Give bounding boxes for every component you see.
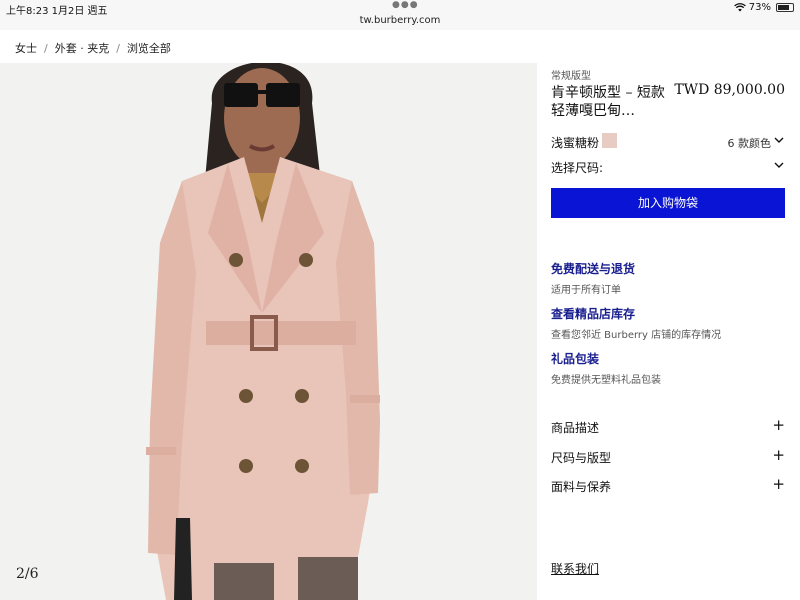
accordion-fabric-care[interactable]: 面料与保养 + — [551, 475, 785, 494]
breadcrumb: 女士 / 外套 · 夹克 / 浏览全部 — [15, 40, 171, 56]
address-bar[interactable]: tw.burberry.com — [0, 15, 800, 26]
status-indicators: 73% — [733, 2, 794, 13]
wifi-icon — [733, 3, 746, 12]
service-title[interactable]: 免费配送与退货 — [551, 260, 785, 277]
color-count: 6 款颜色 — [727, 137, 772, 150]
fit-label: 常规版型 — [551, 71, 591, 82]
chevron-down-icon — [774, 162, 784, 168]
breadcrumb-separator: / — [116, 41, 120, 55]
color-name: 浅蜜糖粉 — [551, 136, 600, 150]
accordion-label: 尺码与版型 — [551, 451, 612, 465]
multitask-dots-icon[interactable]: ●●● — [392, 0, 419, 10]
chevron-down-icon — [774, 137, 784, 143]
battery-percent: 73% — [748, 2, 771, 13]
breadcrumb-item-outerwear[interactable]: 外套 · 夹克 — [55, 40, 110, 56]
service-subtitle: 适用于所有订单 — [551, 285, 621, 296]
plus-icon: + — [772, 416, 785, 434]
breadcrumb-separator: / — [44, 41, 48, 55]
product-price: TWD 89,000.00 — [674, 82, 785, 98]
status-bar: 上午8:23 1月2日 週五 ●●● tw.burberry.com 73% — [0, 0, 800, 30]
breadcrumb-item-browse-all[interactable]: 浏览全部 — [127, 40, 171, 56]
service-subtitle: 免费提供无塑料礼品包装 — [551, 375, 661, 386]
add-to-bag-button[interactable]: 加入购物袋 — [551, 188, 785, 218]
size-label: 选择尺码: — [551, 161, 604, 175]
accordion-description[interactable]: 商品描述 + — [551, 416, 785, 435]
product-image[interactable]: 2/6 — [0, 63, 537, 600]
battery-icon — [776, 3, 794, 12]
product-title: 肯辛顿版型 – 短款 — [551, 85, 665, 101]
accordion-size-fit[interactable]: 尺码与版型 + — [551, 446, 785, 465]
service-title[interactable]: 礼品包装 — [551, 350, 785, 367]
product-title-cont: 轻薄嘎巴甸… — [551, 103, 635, 119]
breadcrumb-item-women[interactable]: 女士 — [15, 40, 37, 56]
image-counter: 2/6 — [16, 566, 39, 582]
color-selector[interactable]: 浅蜜糖粉 6 款颜色 — [551, 133, 785, 151]
trench-coat-model-illustration — [0, 63, 537, 600]
service-title[interactable]: 查看精品店库存 — [551, 305, 785, 322]
plus-icon: + — [772, 446, 785, 464]
service-gift-wrap[interactable]: 礼品包装 免费提供无塑料礼品包装 — [551, 350, 785, 386]
accordion-label: 商品描述 — [551, 421, 600, 435]
service-store-stock[interactable]: 查看精品店库存 查看您邻近 Burberry 店铺的库存情况 — [551, 305, 785, 341]
contact-us-link[interactable]: 联系我们 — [551, 560, 599, 577]
size-selector[interactable]: 选择尺码: — [551, 158, 785, 176]
accordion-label: 面料与保养 — [551, 480, 612, 494]
service-subtitle: 查看您邻近 Burberry 店铺的库存情况 — [551, 330, 722, 341]
service-free-shipping[interactable]: 免费配送与退货 适用于所有订单 — [551, 260, 785, 296]
plus-icon: + — [772, 475, 785, 493]
color-swatch — [602, 133, 617, 148]
